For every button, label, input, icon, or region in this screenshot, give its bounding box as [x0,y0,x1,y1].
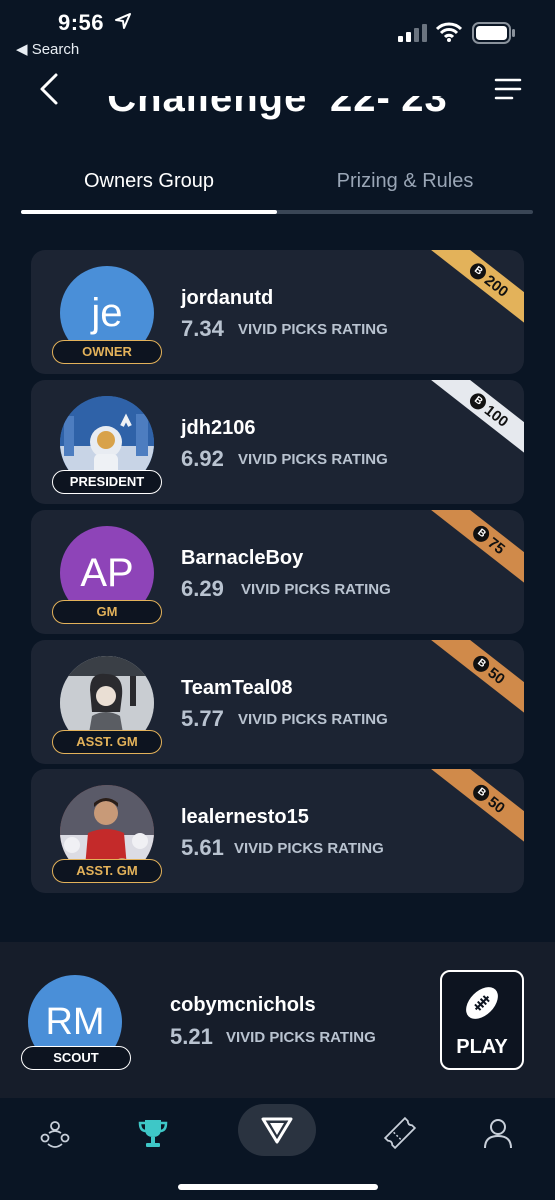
rating-label: VIVID PICKS RATING [238,451,388,468]
prize-amount: 100 [481,401,512,431]
clock: 9:56 [58,10,105,35]
avatar-initials: AP [80,550,134,595]
location-arrow-icon [115,13,131,29]
rating-label: VIVID PICKS RATING [238,321,388,338]
member-username: lealernesto15 [181,806,309,828]
bottom-tab-bar [0,1098,555,1200]
prize-ribbon: B 50 [430,769,524,849]
play-button[interactable]: PLAY [440,970,524,1070]
prize-amount: 200 [481,271,512,301]
rating-label: VIVID PICKS RATING [226,1029,376,1046]
member-username: jdh2106 [181,417,256,439]
prize-ribbon: B 75 [430,510,524,590]
member-rating: 5.77 [181,706,224,731]
prize-ribbon: B 200 [430,250,524,330]
member-rating: 5.61 [181,835,224,860]
role-badge: ASST. GM [52,730,162,754]
home-indicator [178,1184,378,1190]
wifi-icon [436,22,462,42]
role-badge: PRESIDENT [52,470,162,494]
tab-profile[interactable] [473,1108,523,1158]
role-badge: OWNER [52,340,162,364]
tab-owners-group[interactable]: Owners Group [21,170,277,210]
groups-icon [40,1121,70,1148]
trophy-icon [138,1120,168,1147]
member-card[interactable]: AP GM BarnacleBoy 6.29 VIVID PICKS RATIN… [31,510,524,634]
rating-label: VIVID PICKS RATING [241,581,391,598]
member-card[interactable]: ASST. GM TeamTeal08 5.77 VIVID PICKS RAT… [31,640,524,764]
profile-icon [484,1119,512,1149]
vivid-logo-icon [261,1117,293,1144]
role-badge: SCOUT [21,1046,131,1070]
tab-home[interactable] [238,1104,316,1156]
member-rating: 6.29 [181,576,224,601]
role-badge: GM [52,600,162,624]
rating-label: VIVID PICKS RATING [234,840,384,857]
page-title: Challenge '22-'23 [107,96,448,120]
ticket-icon [383,1116,417,1150]
member-rating: 6.92 [181,446,224,471]
member-card[interactable]: ASST. GM lealernesto15 5.61 VIVID PICKS … [31,769,524,893]
tab-groups[interactable] [30,1108,80,1158]
current-user-panel: RM SCOUT cobymcnichols 5.21 VIVID PICKS … [0,942,555,1098]
page-title-container: Challenge '22-'23 [0,96,555,126]
avatar-initials: je [91,290,123,335]
member-username: TeamTeal08 [181,677,293,699]
member-card[interactable]: je OWNER jordanutd 7.34 VIVID PICKS RATI… [31,250,524,374]
member-username: jordanutd [181,287,274,309]
play-label: PLAY [456,1036,508,1058]
football-icon [466,987,498,1019]
member-rating: 7.34 [181,316,224,341]
tab-active-indicator [21,210,277,214]
rating-label: VIVID PICKS RATING [238,711,388,728]
member-username: BarnacleBoy [181,547,304,569]
current-user-username: cobymcnichols [170,994,316,1016]
menu-icon[interactable] [494,76,522,102]
tab-prizing-rules[interactable]: Prizing & Rules [277,170,533,210]
tab-bar-top: Owners Group Prizing & Rules [21,170,533,216]
member-card[interactable]: PRESIDENT jdh2106 6.92 VIVID PICKS RATIN… [31,380,524,504]
cellular-signal-icon [398,24,427,42]
status-bar: 9:56 ◀ Search [0,0,555,60]
back-to-app-link[interactable]: ◀ Search [16,40,79,58]
role-badge: ASST. GM [52,859,162,883]
tab-contests[interactable] [128,1108,178,1158]
tab-tickets[interactable] [375,1108,425,1158]
avatar-initials: RM [45,1000,105,1043]
prize-ribbon: B 100 [430,380,524,460]
prize-ribbon: B 50 [430,640,524,720]
current-user-rating: 5.21 [170,1024,213,1049]
battery-icon [472,22,515,44]
